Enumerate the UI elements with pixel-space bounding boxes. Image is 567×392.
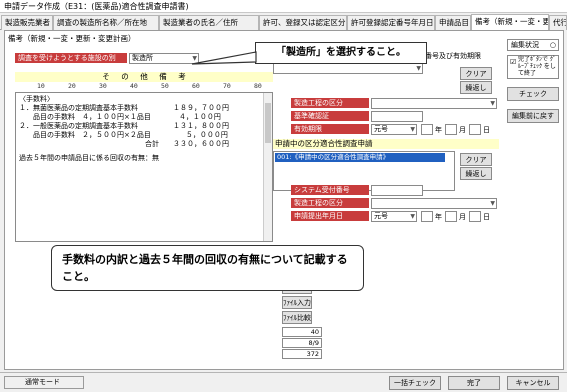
edit-status-box: 編集状況 ○ [507,39,559,51]
day-unit: 日 [483,213,490,221]
status-bar: 通常モード 一括チェック 完了 キャンセル [0,372,567,392]
mfg-class-label: 製造工程の区分 [291,98,369,108]
tab-maker-name[interactable]: 製造業者の氏名／住所 [159,15,259,30]
base-cert-input[interactable] [371,111,423,122]
scrollbar-thumb[interactable] [265,103,271,143]
counter-total: 372 [282,349,322,359]
remarks-line: 合計 ３３０，６００円 [19,140,229,148]
sys-no-input[interactable] [371,185,423,196]
callout-pointer-top [191,51,257,65]
tab-remarks[interactable]: 備考（新規・一変・更新・変更計画） [471,14,549,30]
validity-day-input[interactable] [469,124,481,135]
submit-day-input[interactable] [469,211,481,222]
mfg-class-select[interactable]: ▼ [371,98,497,109]
remarks-line: 品目の手数料 ４，１００円×１品目 ４，１００円 [19,113,221,121]
tab-product[interactable]: 申請品目 [435,15,471,30]
validity-era-select[interactable]: 元号 ▼ [371,124,417,135]
tab-manufacturer[interactable]: 製造販売業者 [1,15,53,30]
base-cert-label: 基準確認証 [291,111,369,121]
ruler-mark: 10 [37,82,45,90]
callout-top: 「製造所」を選択すること。 [255,42,427,64]
submit-year-input[interactable] [421,211,433,222]
month-unit: 月 [459,213,466,221]
clear-button-2[interactable]: クリア [460,153,492,166]
era-value: 元号 [374,212,388,220]
validity-month-input[interactable] [445,124,457,135]
chevron-down-icon: ▼ [416,65,421,72]
tab-permit-number[interactable]: 許可登録認定番号年月日 [347,15,435,30]
ruler-mark: 20 [68,82,76,90]
submit-era-select[interactable]: 元号 ▼ [371,211,417,222]
survey-facility-label: 調査を受けようとする施設の別 [15,53,127,63]
checkbox-checked-icon[interactable]: ☑ [510,59,516,66]
tab-permit-class[interactable]: 許可、登録又は認定区分 [259,15,347,30]
month-unit: 月 [459,126,466,134]
other-remarks-header: そ の 他 備 考 [15,72,273,82]
ruler-mark: 80 [254,82,262,90]
edit-status-label: 編集状況 [511,41,539,49]
callout-bottom: 手数料の内訳と過去５年間の回収の有無について記載すること。 [51,245,364,291]
ruler-mark: 50 [161,82,169,90]
remarks-line: 過去５年間の申請品目に係る回収の有無：無 [19,154,159,162]
survey-facility-value: 製造所 [132,54,153,62]
counter-lines: 8/9 [282,338,322,348]
applying-section-header: 申請中の区分適合性調査申請 [273,139,499,149]
tab-facility[interactable]: 調査の製造所名称／所在地 [53,15,159,30]
submit-date-label: 申請提出年月日 [291,211,369,221]
remarks-line: 〈手数料〉 [19,95,54,103]
validity-date-label: 有効期限 [291,124,369,134]
cancel-button[interactable]: キャンセル [507,376,559,390]
ruler-mark: 70 [223,82,231,90]
restore-button[interactable]: 編集前に戻す [507,109,559,123]
tab-agent[interactable]: 代行 [549,15,567,30]
remarks-textarea[interactable]: 〈手数料〉 １．無菌医薬品の定期調査基本手数料 １８９，７００円 品目の手数料 … [15,92,273,242]
number-select[interactable]: ▼ [273,63,423,74]
applying-list-item[interactable]: 001:《申請中の区分適合性調査申請》 [275,153,445,162]
validity-year-input[interactable] [421,124,433,135]
remarks-line: １．無菌医薬品の定期調査基本手数料 １８９，７００円 [19,104,229,112]
repeat-button-1[interactable]: 繰返し [460,81,492,94]
main-panel: 備考（新規・一変・更新・変更計画） 調査を受けようとする施設の別 製造所 ▼ そ… [4,30,564,370]
repeat-button-2[interactable]: 繰返し [460,167,492,180]
tab-bar: 製造販売業者 調査の製造所名称／所在地 製造業者の氏名／住所 許可、登録又は認定… [0,13,567,30]
day-unit: 日 [483,126,490,134]
done-button[interactable]: 完了 [448,376,500,390]
status-mode: 通常モード [4,376,84,389]
remarks-line: 品目の手数料 ２，５００円×２品目 ５，０００円 [19,131,228,139]
title-bar: 申請データ作成（E31：(医薬品)適合性調査申請書) [0,0,567,13]
auto-check-label: 完了ﾎﾞﾀﾝで ｸﾞﾙｰﾌﾟﾁｪｯｸ をして終了 [518,56,556,77]
remarks-line: ２．一般医薬品の定期調査基本手数料 １３１，８００円 [19,122,229,130]
sys-no-label: システム受付番号 [291,185,369,195]
submit-month-input[interactable] [445,211,457,222]
remarks-scrollbar[interactable] [263,93,272,241]
ruler-mark: 60 [192,82,200,90]
chevron-down-icon: ▼ [410,126,415,133]
edit-status-mark: ○ [549,41,556,49]
chevron-down-icon: ▼ [490,200,495,207]
ruler-mark: 30 [99,82,107,90]
check-button[interactable]: チェック [507,87,559,101]
chevron-down-icon: ▼ [490,100,495,107]
ruler: 10 20 30 40 50 60 70 80 [15,82,273,91]
file-compare-button[interactable]: ﾌｧｲﾙ比較 [282,311,312,324]
panel-header: 備考（新規・一変・更新・変更計画） [8,34,136,43]
counter-chars: 40 [282,327,322,337]
validity-label: 番号及び有効期限 [425,52,481,60]
year-unit: 年 [435,126,442,134]
clear-button-1[interactable]: クリア [460,67,492,80]
all-check-button[interactable]: 一括チェック [389,376,441,390]
ruler-mark: 40 [130,82,138,90]
lower-mfg-class-label: 製造工程の区分 [291,198,369,208]
file-input-button[interactable]: ﾌｧｲﾙ入力 [282,296,312,309]
era-value: 元号 [374,125,388,133]
year-unit: 年 [435,213,442,221]
auto-check-box[interactable]: ☑ 完了ﾎﾞﾀﾝで ｸﾞﾙｰﾌﾟﾁｪｯｸ をして終了 [507,55,559,79]
lower-mfg-class-select[interactable]: ▼ [371,198,497,209]
chevron-down-icon: ▼ [410,213,415,220]
window-title: 申請データ作成（E31：(医薬品)適合性調査申請書) [4,2,189,11]
survey-facility-select[interactable]: 製造所 ▼ [129,53,199,64]
remarks-content: 〈手数料〉 １．無菌医薬品の定期調査基本手数料 １８９，７００円 品目の手数料 … [19,95,263,163]
